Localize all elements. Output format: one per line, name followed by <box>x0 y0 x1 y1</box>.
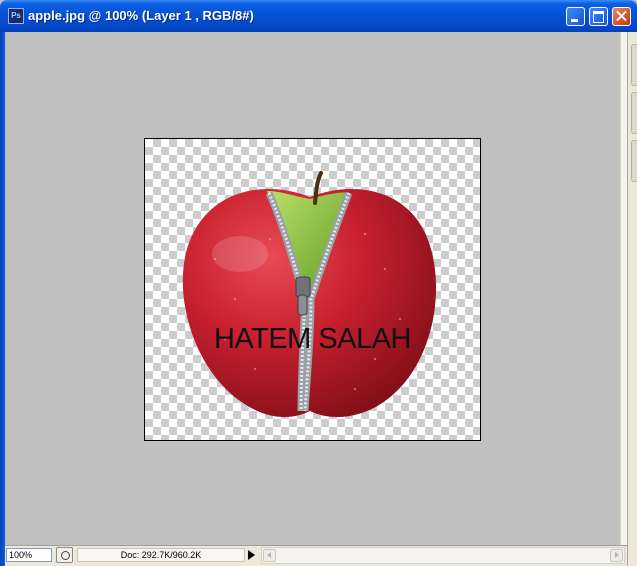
horizontal-scrollbar[interactable] <box>261 547 625 564</box>
apple-image <box>182 171 437 417</box>
text-layer-hatem-salah[interactable]: HATEM SALAH <box>145 323 480 356</box>
document-canvas[interactable]: HATEM SALAH <box>144 138 481 441</box>
window-title: apple.jpg @ 100% (Layer 1 , RGB/8#) <box>28 8 254 23</box>
maximize-button[interactable] <box>589 7 608 26</box>
minimize-button[interactable] <box>566 7 585 26</box>
status-info-icon[interactable] <box>56 547 73 563</box>
document-size-info: Doc: 292.7K/960.2K <box>77 548 245 562</box>
scroll-left-button[interactable] <box>263 549 276 562</box>
canvas-area[interactable]: HATEM SALAH <box>5 32 620 545</box>
status-bar: Doc: 292.7K/960.2K <box>5 545 627 566</box>
panel-tab[interactable] <box>631 92 637 134</box>
title-bar[interactable]: Ps apple.jpg @ 100% (Layer 1 , RGB/8#) <box>0 0 637 32</box>
triangle-right-icon[interactable] <box>248 550 255 560</box>
vertical-scrollbar[interactable] <box>620 32 627 545</box>
panel-edge <box>627 32 637 566</box>
panel-tab[interactable] <box>631 44 637 86</box>
photoshop-app-icon[interactable]: Ps <box>8 8 24 24</box>
close-button[interactable] <box>612 7 631 26</box>
scroll-right-button[interactable] <box>610 549 623 562</box>
zoom-level-field[interactable] <box>6 548 52 562</box>
panel-tab[interactable] <box>631 140 637 182</box>
